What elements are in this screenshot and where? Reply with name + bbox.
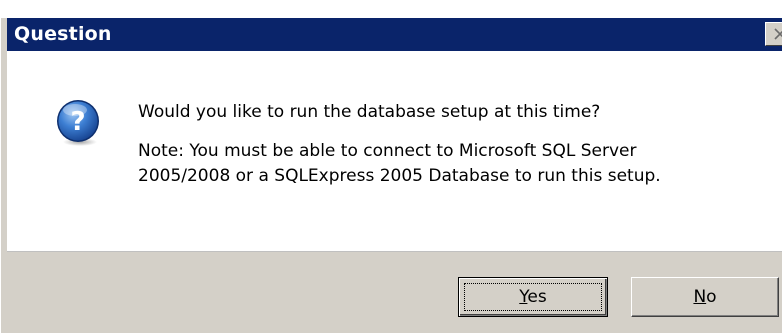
window-frame-left <box>0 18 7 333</box>
dialog-body: ? Would you like to run the database set… <box>7 51 782 251</box>
title-bar[interactable]: Question <box>7 18 782 51</box>
no-button[interactable]: No <box>631 277 779 317</box>
message: Would you like to run the database setup… <box>138 100 778 189</box>
yes-button[interactable]: Yes <box>458 277 608 317</box>
message-question: Would you like to run the database setup… <box>138 102 601 122</box>
button-bar: Yes No <box>7 251 782 333</box>
no-mnemonic: N <box>693 287 707 307</box>
screen: Question ? Would you like to run the dat… <box>0 0 782 333</box>
question-icon: ? <box>57 100 99 146</box>
no-button-label: No <box>693 287 716 307</box>
yes-label-rest: es <box>527 287 547 307</box>
yes-button-label: Yes <box>519 287 546 307</box>
no-label-rest: o <box>706 287 717 307</box>
dialog-title: Question <box>14 23 112 45</box>
question-dialog: Question ? Would you like to run the dat… <box>0 0 782 333</box>
backdrop <box>0 0 782 18</box>
svg-text:?: ? <box>70 107 85 137</box>
close-icon <box>774 28 782 40</box>
message-note-line1: Note: You must be able to connect to Mic… <box>138 141 637 161</box>
close-button[interactable] <box>765 22 782 46</box>
message-note-line2: 2005/2008 or a SQLExpress 2005 Database … <box>138 166 661 186</box>
